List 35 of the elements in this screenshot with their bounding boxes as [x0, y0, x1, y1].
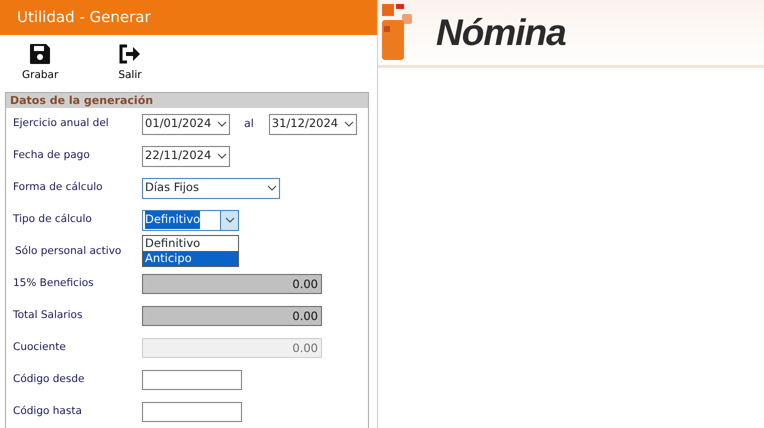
- exit-button[interactable]: Salir: [118, 42, 142, 91]
- exit-icon: [118, 42, 142, 65]
- combo-box[interactable]: 22/11/2024: [142, 146, 230, 166]
- app-logo: Nómina: [436, 10, 566, 55]
- caret-icon: [267, 183, 277, 193]
- window-title: Utilidad - Generar: [0, 0, 377, 35]
- field-label: 15% Beneficios: [13, 276, 95, 292]
- combo-box[interactable]: 01/01/2024: [142, 114, 230, 134]
- field-label: Fecha de pago: [13, 148, 91, 164]
- group-title: Datos de la generación: [6, 93, 368, 108]
- combo-box[interactable]: 31/12/2024: [268, 114, 357, 134]
- amount-field: 0.00: [142, 338, 322, 358]
- caret-icon: [344, 119, 354, 129]
- field-label: Código desde: [13, 372, 86, 388]
- amount-field[interactable]: 0.00: [142, 306, 322, 326]
- amount-field[interactable]: 0.00: [142, 274, 322, 294]
- field-label: Sólo personal activo: [14, 244, 122, 260]
- input-field[interactable]: [142, 370, 242, 390]
- field-label: Código hasta: [13, 404, 83, 420]
- caret-icon: [217, 151, 227, 161]
- field-label: Forma de cálculo: [13, 180, 104, 196]
- combo-box[interactable]: Días Fijos: [142, 178, 280, 198]
- combo-box[interactable]: Definitivo: [142, 210, 239, 230]
- caret-icon: [224, 215, 234, 225]
- save-button[interactable]: Grabar: [22, 42, 58, 91]
- range-separator: al: [244, 116, 254, 132]
- field-label: Tipo de cálculo: [13, 212, 93, 228]
- caret-icon: [217, 119, 227, 129]
- dropdown-option[interactable]: Definitivo: [143, 236, 238, 251]
- save-icon: [28, 42, 52, 65]
- field-label: Cuociente: [13, 340, 67, 356]
- input-field[interactable]: [142, 402, 242, 422]
- field-label: Ejercicio anual del: [13, 116, 110, 132]
- dropdown-option[interactable]: Anticipo: [143, 251, 238, 266]
- field-label: Total Salarios: [13, 308, 84, 324]
